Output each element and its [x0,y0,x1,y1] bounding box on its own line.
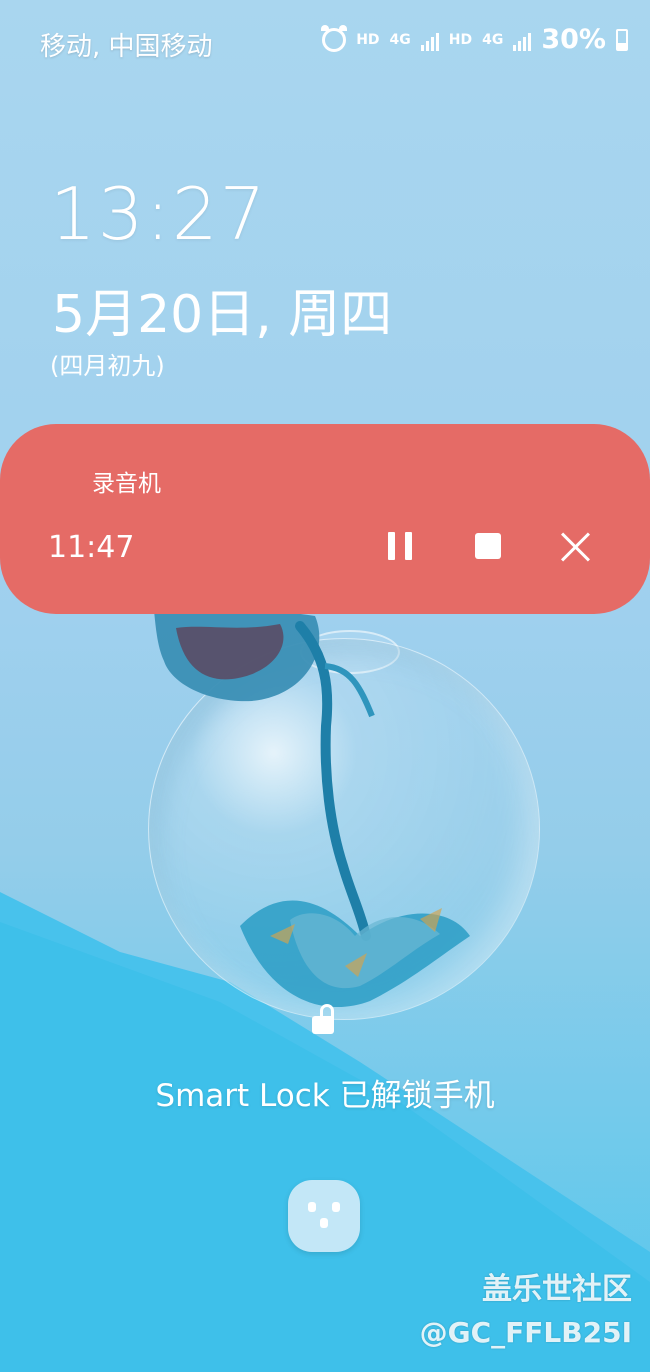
signal-icon-2 [513,29,532,51]
battery-fill [618,43,626,49]
network-4g-icon-2: 4G [482,31,504,48]
bixby-face-icon [306,1198,342,1234]
recording-elapsed-time: 11:47 [48,530,135,565]
recorder-app-name: 录音机 [92,471,161,497]
stop-icon [475,533,501,559]
signal-icon-1 [420,29,439,51]
network-4g-icon-1: 4G [389,31,411,48]
recorder-controls [382,528,594,564]
pause-icon [388,532,412,560]
close-button[interactable] [558,528,594,564]
lockscreen-clock: 13:27 [50,172,268,256]
bixby-button[interactable] [288,1180,360,1252]
flower-illustration [154,610,470,1008]
battery-icon [616,28,628,51]
watermark-user-id: @GC_FFLB25I [419,1316,632,1349]
pause-button[interactable] [382,528,418,564]
watermark-community-name: 盖乐世社区 [482,1272,632,1307]
battery-percentage: 30% [541,24,606,55]
alarm-icon [321,24,348,52]
status-icons: HD 4G HD 4G 30% [321,24,628,55]
stop-button[interactable] [470,528,506,564]
lunar-date: (四月初九) [50,352,165,380]
hd-icon-2: HD [448,31,473,48]
status-bar: 移动, 中国移动 HD 4G HD 4G 30% [0,0,650,84]
recorder-notification[interactable]: 录音机 11:47 [0,424,650,614]
lockscreen-date: 5月20日, 周四 [52,285,393,345]
close-icon [560,530,592,562]
carrier-label: 移动, 中国移动 [40,32,213,62]
hd-icon-1: HD [356,31,380,48]
smart-lock-message: Smart Lock 已解锁手机 [155,1078,495,1114]
unlock-icon [310,1004,338,1034]
